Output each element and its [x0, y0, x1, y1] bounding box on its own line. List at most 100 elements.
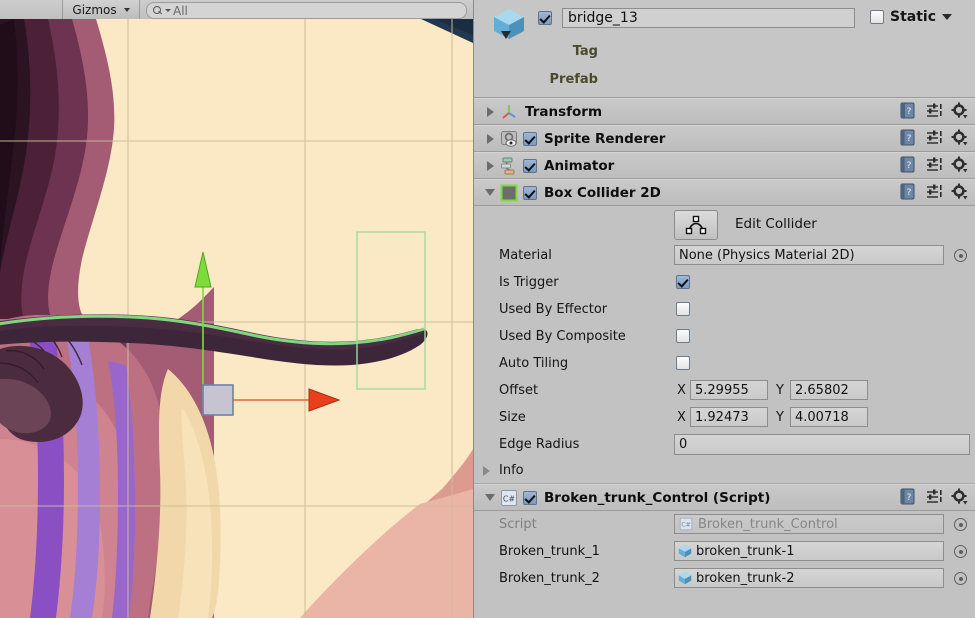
preset-icon[interactable]	[925, 488, 942, 505]
used-by-composite-row: Used By Composite	[474, 323, 975, 350]
material-row: Material None (Physics Material 2D)	[474, 242, 975, 269]
component-title: Animator	[544, 157, 615, 174]
info-label: Info	[499, 463, 524, 478]
svg-text:?: ?	[907, 188, 912, 198]
svg-text:C#: C#	[681, 522, 691, 529]
foldout-arrow-icon[interactable]	[482, 494, 498, 501]
component-enabled-checkbox[interactable]	[523, 490, 537, 505]
chevron-down-icon	[165, 9, 171, 12]
scene-artwork	[0, 19, 473, 618]
size-y-input[interactable]: 4.00718	[790, 407, 868, 427]
component-header-broken-trunk-control[interactable]: C# Broken_trunk_Control (Script) ?	[474, 484, 975, 511]
object-name-value: bridge_13	[568, 10, 638, 26]
box-collider-properties: Edit Collider Material None (Physics Mat…	[474, 206, 975, 483]
script-object-picker[interactable]	[954, 518, 967, 531]
used-by-effector-checkbox[interactable]	[676, 302, 690, 316]
foldout-arrow-icon[interactable]	[482, 133, 498, 144]
offset-label: Offset	[499, 383, 539, 398]
component-title: Sprite Renderer	[544, 130, 666, 147]
object-enabled-checkbox[interactable]	[538, 11, 552, 25]
scene-canvas[interactable]	[0, 19, 473, 618]
svg-text:?: ?	[907, 161, 912, 171]
used-by-effector-label: Used By Effector	[499, 302, 608, 317]
material-object-picker[interactable]	[954, 249, 967, 262]
broken-trunk-2-value: broken_trunk-2	[696, 570, 795, 586]
size-x-axis-label: X	[677, 410, 686, 425]
gear-icon[interactable]	[951, 129, 968, 146]
offset-x-input[interactable]: 5.29955	[690, 380, 768, 400]
size-x-input[interactable]: 1.92473	[690, 407, 768, 427]
gizmos-dropdown-button[interactable]: Gizmos	[62, 0, 140, 19]
gear-icon[interactable]	[951, 102, 968, 119]
offset-y-axis-label: Y	[776, 383, 784, 398]
help-icon[interactable]: ?	[899, 156, 916, 173]
used-by-composite-label: Used By Composite	[499, 329, 626, 344]
preset-icon[interactable]	[925, 102, 942, 119]
foldout-arrow-icon[interactable]	[483, 466, 490, 476]
gizmos-label: Gizmos	[72, 2, 117, 17]
foldout-arrow-icon[interactable]	[482, 160, 498, 171]
broken-trunk-1-object-picker[interactable]	[954, 545, 967, 558]
sprite-renderer-icon	[501, 130, 517, 147]
broken-trunk-1-value: broken_trunk-1	[696, 543, 795, 559]
component-enabled-checkbox[interactable]	[523, 158, 537, 173]
broken-trunk-2-object-field[interactable]: broken_trunk-2	[674, 568, 944, 588]
svg-text:?: ?	[907, 107, 912, 117]
csharp-script-icon: C#	[501, 489, 517, 506]
component-header-animator[interactable]: Animator ?	[474, 152, 975, 179]
component-header-box-collider-2d[interactable]: Box Collider 2D ?	[474, 179, 975, 206]
inspector-object-header: bridge_13 Static Tag Untagged Layer Defa…	[474, 0, 975, 98]
script-value: Broken_trunk_Control	[698, 516, 838, 532]
gear-icon[interactable]	[951, 156, 968, 173]
preset-icon[interactable]	[925, 129, 942, 146]
script-object-field: C# Broken_trunk_Control	[674, 514, 944, 534]
scene-search-input[interactable]: All	[146, 2, 467, 19]
component-enabled-checkbox[interactable]	[523, 131, 537, 146]
broken-trunk-1-object-field[interactable]: broken_trunk-1	[674, 541, 944, 561]
auto-tiling-checkbox[interactable]	[676, 356, 690, 370]
static-dropdown-icon[interactable]	[942, 14, 953, 20]
component-header-transform[interactable]: Transform ?	[474, 98, 975, 125]
gear-icon[interactable]	[951, 488, 968, 505]
gameobject-cube-icon	[678, 571, 692, 585]
tag-label: Tag	[572, 44, 598, 59]
static-label: Static	[890, 9, 937, 25]
size-label: Size	[499, 410, 526, 425]
offset-y-input[interactable]: 2.65802	[790, 380, 868, 400]
gameobject-cube-icon	[678, 544, 692, 558]
component-enabled-checkbox[interactable]	[523, 185, 537, 200]
preset-icon[interactable]	[925, 156, 942, 173]
edit-collider-button[interactable]	[674, 210, 718, 240]
script-properties: Script C# Broken_trunk_Control Broken_tr…	[474, 511, 975, 592]
edge-radius-input[interactable]: 0	[674, 434, 970, 455]
material-object-field[interactable]: None (Physics Material 2D)	[674, 245, 944, 265]
broken-trunk-1-label: Broken_trunk_1	[499, 544, 600, 559]
animator-icon	[501, 157, 515, 174]
help-icon[interactable]: ?	[899, 102, 916, 119]
broken-trunk-2-label: Broken_trunk_2	[499, 571, 600, 586]
is-trigger-row: Is Trigger	[474, 269, 975, 296]
static-checkbox[interactable]	[870, 10, 884, 24]
size-y-axis-label: Y	[776, 410, 784, 425]
used-by-composite-checkbox[interactable]	[676, 329, 690, 343]
info-foldout-row[interactable]: Info	[474, 458, 975, 483]
foldout-arrow-icon[interactable]	[482, 189, 498, 196]
inspector-panel: bridge_13 Static Tag Untagged Layer Defa…	[473, 0, 975, 618]
search-icon	[153, 5, 164, 16]
help-icon[interactable]: ?	[899, 488, 916, 505]
gameobject-cube-icon	[494, 9, 524, 39]
is-trigger-checkbox[interactable]	[676, 275, 690, 289]
preset-icon[interactable]	[925, 183, 942, 200]
object-name-input[interactable]: bridge_13	[562, 8, 855, 28]
help-icon[interactable]: ?	[899, 129, 916, 146]
auto-tiling-label: Auto Tiling	[499, 356, 569, 371]
component-header-sprite-renderer[interactable]: Sprite Renderer ?	[474, 125, 975, 152]
edit-collider-row: Edit Collider	[474, 206, 975, 242]
offset-x-axis-label: X	[677, 383, 686, 398]
broken-trunk-2-row: Broken_trunk_2 broken_trunk-2	[474, 565, 975, 592]
help-icon[interactable]: ?	[899, 183, 916, 200]
used-by-effector-row: Used By Effector	[474, 296, 975, 323]
gear-icon[interactable]	[951, 183, 968, 200]
foldout-arrow-icon[interactable]	[482, 106, 498, 117]
broken-trunk-2-object-picker[interactable]	[954, 572, 967, 585]
